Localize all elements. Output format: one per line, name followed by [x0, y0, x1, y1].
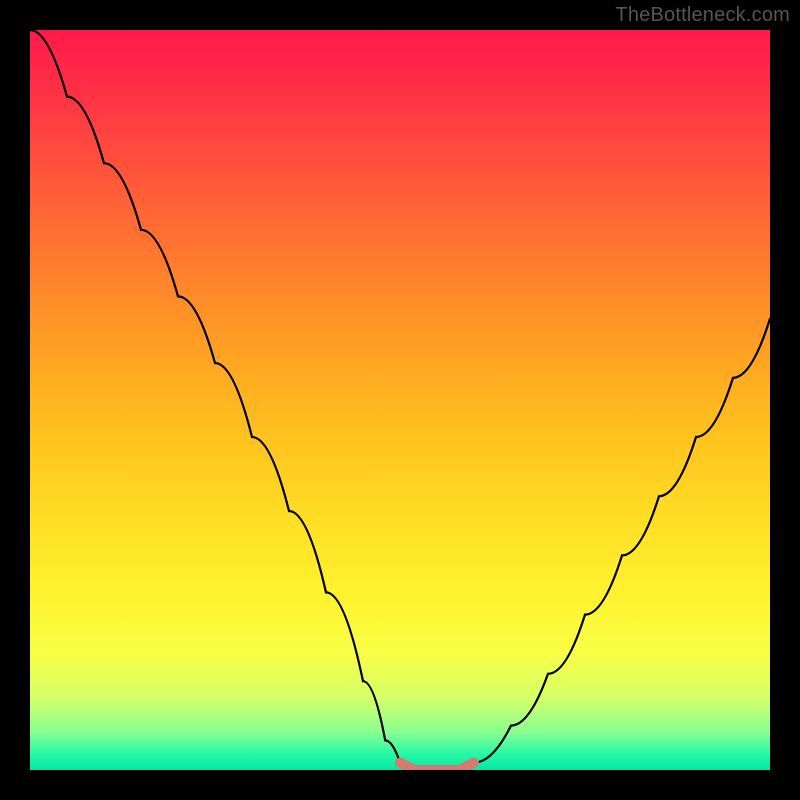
chart-svg: [30, 30, 770, 770]
optimal-band-path: [400, 763, 474, 770]
bottleneck-curve-path: [30, 30, 770, 770]
chart-frame: TheBottleneck.com: [0, 0, 800, 800]
plot-area: [30, 30, 770, 770]
watermark-text: TheBottleneck.com: [615, 4, 790, 27]
